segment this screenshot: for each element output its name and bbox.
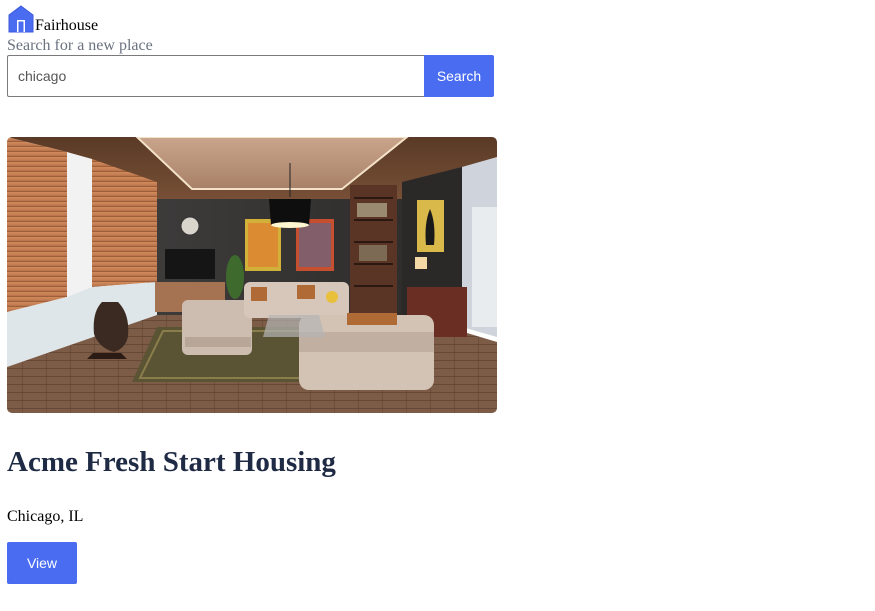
search-bar: Search (7, 55, 494, 97)
listing-image (7, 137, 497, 413)
brand-name: Fairhouse (35, 17, 99, 34)
view-button[interactable]: View (7, 542, 77, 584)
brand: Fairhouse (8, 5, 99, 34)
house-icon (8, 5, 34, 33)
search-label: Search for a new place (7, 37, 153, 54)
search-button[interactable]: Search (424, 55, 494, 97)
listing-title: Acme Fresh Start Housing (7, 446, 336, 478)
listing-location: Chicago, IL (7, 508, 84, 525)
search-input[interactable] (7, 55, 424, 97)
